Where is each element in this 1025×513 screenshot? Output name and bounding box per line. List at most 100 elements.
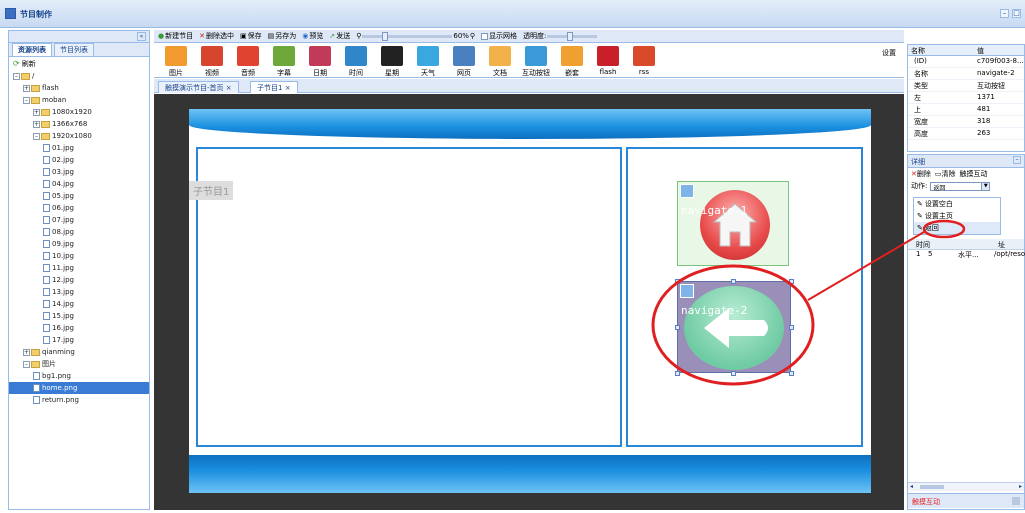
program-canvas[interactable]: 子节目1 navigate-1 navigate-2 xyxy=(189,109,871,493)
tree-file[interactable]: 17.jpg xyxy=(9,334,149,346)
expand-icon[interactable] xyxy=(1012,497,1020,505)
delete-selected-button[interactable]: ✕ 删除选中 xyxy=(199,31,234,41)
palette-item[interactable]: 音频 xyxy=(230,46,266,78)
zoom-in-icon[interactable]: ⚲ xyxy=(470,32,475,40)
expand-node-icon[interactable]: + xyxy=(23,348,30,356)
navigate-2-button[interactable]: navigate-2 xyxy=(677,281,791,373)
tree-file[interactable]: 02.jpg xyxy=(9,154,149,166)
tree-file[interactable]: 13.jpg xyxy=(9,286,149,298)
tree-folder[interactable]: – moban xyxy=(9,94,149,106)
scroll-right-icon[interactable]: ▸ xyxy=(1019,483,1022,490)
collapse-node-icon[interactable]: – xyxy=(23,96,30,104)
save-as-button[interactable]: ▤ 另存为 xyxy=(268,31,297,41)
palette-item[interactable]: 字幕 xyxy=(266,46,302,78)
tree-file[interactable]: 10.jpg xyxy=(9,250,149,262)
property-value[interactable]: 1371 xyxy=(974,92,1024,103)
zoom-out-icon[interactable]: ⚲ xyxy=(356,32,361,40)
resize-handle[interactable] xyxy=(789,279,794,284)
tab-home-program[interactable]: 触摸演示节目-首页 × xyxy=(158,81,239,93)
save-button[interactable]: ▣ 保存 xyxy=(240,31,262,41)
palette-item[interactable]: flash xyxy=(590,46,626,76)
property-row[interactable]: 宽度 318 xyxy=(908,116,1024,128)
expand-node-icon[interactable]: + xyxy=(33,120,40,128)
tree-file[interactable]: 06.jpg xyxy=(9,202,149,214)
palette-item[interactable]: rss xyxy=(626,46,662,76)
tree-file[interactable]: 07.jpg xyxy=(9,214,149,226)
clear-button[interactable]: ▭清除 xyxy=(935,169,956,179)
tree-file[interactable]: 08.jpg xyxy=(9,226,149,238)
show-grid-checkbox[interactable]: 显示网格 xyxy=(481,31,517,41)
tab-resource-list[interactable]: 资源列表 xyxy=(12,43,52,56)
resize-handle[interactable] xyxy=(731,371,736,376)
scroll-left-icon[interactable]: ◂ xyxy=(910,483,913,490)
action-select[interactable]: 返回 ▼ xyxy=(930,181,991,192)
tree-folder[interactable]: – 图片 xyxy=(9,358,149,370)
collapse-left-icon[interactable]: « xyxy=(137,32,146,41)
close-tab-icon[interactable]: × xyxy=(285,84,291,92)
expand-node-icon[interactable]: + xyxy=(33,108,40,116)
tree-file[interactable]: 01.jpg xyxy=(9,142,149,154)
chevron-down-icon[interactable]: ▼ xyxy=(981,182,990,190)
property-value[interactable]: c709f003-8... xyxy=(974,56,1024,67)
new-program-button[interactable]: ● 新建节目 xyxy=(158,31,193,41)
tree-file[interactable]: 11.jpg xyxy=(9,262,149,274)
content-frame-left[interactable] xyxy=(196,147,622,447)
property-value[interactable]: 318 xyxy=(974,116,1024,127)
tab-program-list[interactable]: 节目列表 xyxy=(54,43,94,56)
palette-item[interactable]: 文档 xyxy=(482,46,518,78)
tree-file[interactable]: return.png xyxy=(9,394,149,406)
tree-folder[interactable]: +1366x768 xyxy=(9,118,149,130)
palette-item[interactable]: 网页 xyxy=(446,46,482,78)
resize-handle[interactable] xyxy=(789,371,794,376)
property-value[interactable]: 481 xyxy=(974,104,1024,115)
properties-value-header[interactable]: 值 xyxy=(974,45,987,55)
collapse-node-icon[interactable]: – xyxy=(23,360,30,368)
settings-button[interactable]: 设置 xyxy=(882,48,896,58)
option-set-blank[interactable]: ✎ 设置空白 xyxy=(914,198,1000,210)
resize-handle[interactable] xyxy=(675,325,680,330)
grid-header-address[interactable]: 址 xyxy=(998,240,1005,250)
navigate-1-button[interactable]: navigate-1 xyxy=(677,181,789,266)
collapse-node-icon[interactable]: – xyxy=(33,132,40,140)
scroll-thumb[interactable] xyxy=(920,485,944,489)
tree-folder[interactable]: – / xyxy=(9,70,149,82)
table-row[interactable]: 1 5 水平... /opt/resou... xyxy=(908,250,1025,261)
palette-item[interactable]: 天气 xyxy=(410,46,446,78)
delete-action-button[interactable]: ✕删除 xyxy=(911,169,931,179)
tree-file[interactable]: 15.jpg xyxy=(9,310,149,322)
property-value[interactable]: 互动按钮 xyxy=(974,80,1024,91)
opacity-slider[interactable] xyxy=(547,31,598,41)
preview-button[interactable]: ◉ 预览 xyxy=(302,31,323,41)
tree-file[interactable]: 16.jpg xyxy=(9,322,149,334)
detail-footer-label[interactable]: 触摸互动 xyxy=(912,498,940,506)
tree-file[interactable]: 03.jpg xyxy=(9,166,149,178)
palette-item[interactable]: 视频 xyxy=(194,46,230,78)
properties-name-header[interactable]: 名称 xyxy=(908,45,974,55)
property-row[interactable]: 上 481 xyxy=(908,104,1024,116)
tree-folder[interactable]: + qianming xyxy=(9,346,149,358)
tree-file[interactable]: 14.jpg xyxy=(9,298,149,310)
option-return[interactable]: ✎ 返回 xyxy=(914,222,1000,234)
opacity-slider-knob[interactable] xyxy=(567,31,574,41)
zoom-slider-knob[interactable] xyxy=(382,31,389,41)
tree-folder[interactable]: +1080x1920 xyxy=(9,106,149,118)
tree-folder[interactable]: + flash xyxy=(9,82,149,94)
zoom-slider[interactable] xyxy=(362,31,453,41)
property-row[interactable]: 类型 互动按钮 xyxy=(908,80,1024,92)
property-row[interactable]: 高度 263 xyxy=(908,128,1024,140)
grid-header-time[interactable]: 时间 xyxy=(916,240,930,250)
tree-file[interactable]: bg1.png xyxy=(9,370,149,382)
tree-file[interactable]: 12.jpg xyxy=(9,274,149,286)
close-tab-icon[interactable]: × xyxy=(226,84,232,92)
collapse-detail-icon[interactable]: – xyxy=(1013,156,1021,164)
palette-item[interactable]: 嵌套 xyxy=(554,46,590,78)
resize-handle[interactable] xyxy=(731,279,736,284)
resize-handle[interactable] xyxy=(675,371,680,376)
resize-handle[interactable] xyxy=(675,279,680,284)
horizontal-scrollbar[interactable]: ◂ ▸ xyxy=(908,482,1024,491)
palette-item[interactable]: 日期 xyxy=(302,46,338,78)
property-row[interactable]: 名称 navigate-2 xyxy=(908,68,1024,80)
palette-item[interactable]: 互动按钮 xyxy=(518,46,554,78)
property-value[interactable]: navigate-2 xyxy=(974,68,1024,79)
expand-node-icon[interactable]: + xyxy=(23,84,30,92)
